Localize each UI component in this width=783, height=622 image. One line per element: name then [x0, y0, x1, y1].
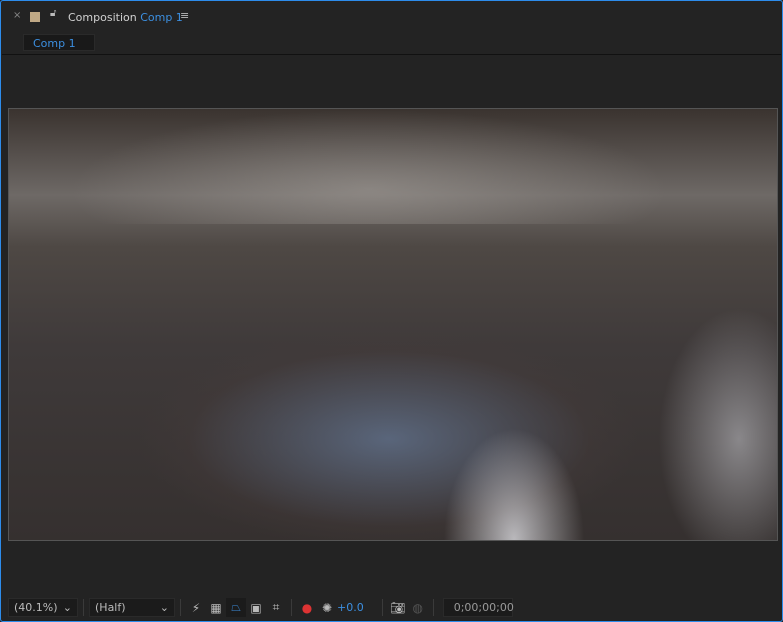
composition-viewer[interactable] [8, 108, 778, 541]
current-time-display[interactable]: 0;00;00;00 [442, 598, 514, 617]
chevron-down-icon: ⌄ [159, 601, 169, 614]
region-of-interest-icon[interactable]: ▣ [246, 598, 266, 617]
lock-icon[interactable]: 🔓︎ [50, 8, 56, 19]
panel-title-label: Composition [68, 11, 137, 24]
panel-menu-icon[interactable]: ≡ [180, 9, 189, 22]
mask-visibility-icon[interactable]: ⏢ [226, 598, 246, 617]
label-color-swatch[interactable] [30, 12, 40, 22]
resolution-dropdown[interactable]: (Half) ⌄ [89, 598, 175, 617]
transparency-grid-icon[interactable]: ▦ [206, 598, 226, 617]
chevron-down-icon: ⌄ [62, 601, 72, 614]
panel-header: × 🔓︎ Composition Comp 1 ≡ Comp 1 [2, 2, 781, 55]
graffiti-image-rubble [69, 109, 669, 224]
divider [83, 599, 84, 616]
snapshot-icon[interactable]: 📷︎ [388, 598, 408, 617]
panel-title: Composition Comp 1 [68, 11, 183, 24]
color-channels-icon[interactable]: ● [297, 598, 317, 617]
viewer-toolbar: (40.1%) ⌄ (Half) ⌄ ⚡ ▦ ⏢ ▣ ⌗ ● ✺ +0.0 📷︎ ◍… [2, 595, 781, 620]
magnification-dropdown[interactable]: (40.1%) ⌄ [8, 598, 78, 617]
magnification-value: (40.1%) [14, 601, 58, 614]
fast-previews-icon[interactable]: ⚡ [186, 598, 206, 617]
divider [432, 599, 434, 616]
divider [291, 599, 292, 616]
resolution-value: (Half) [95, 601, 126, 614]
show-snapshot-icon[interactable]: ◍ [408, 598, 428, 617]
divider [381, 599, 383, 616]
composition-panel: × 🔓︎ Composition Comp 1 ≡ Comp 1 (40.1%)… [0, 0, 783, 622]
exposure-value[interactable]: +0.0 [337, 601, 364, 614]
reset-exposure-icon[interactable]: ✺ [317, 598, 337, 617]
tab-comp-1[interactable]: Comp 1 [23, 34, 95, 51]
close-icon[interactable]: × [13, 10, 21, 21]
comp-name[interactable]: Comp 1 [140, 11, 183, 24]
guides-grid-icon[interactable]: ⌗ [266, 598, 286, 617]
divider [180, 599, 181, 616]
